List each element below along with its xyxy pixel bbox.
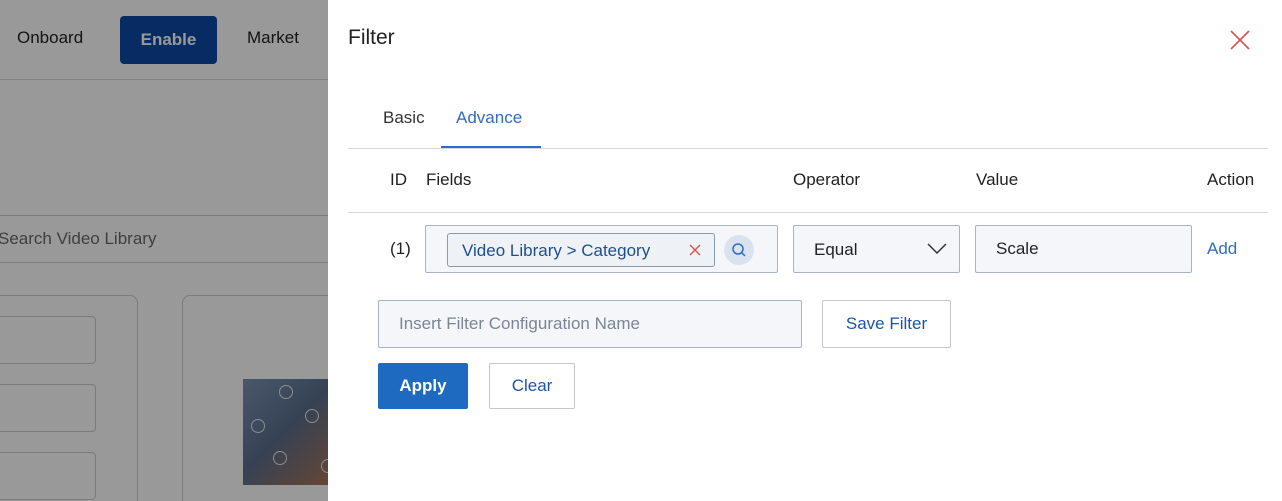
clear-button[interactable]: Clear (489, 363, 575, 409)
drawer-title: Filter (348, 26, 395, 49)
search-icon (732, 243, 746, 257)
tab-basic[interactable]: Basic (383, 108, 425, 148)
column-header-operator: Operator (793, 170, 861, 189)
tab-advance[interactable]: Advance (441, 108, 541, 148)
chevron-down-icon (927, 243, 947, 255)
operator-selected-value: Equal (814, 240, 858, 259)
operator-select[interactable]: Equal (793, 225, 960, 273)
column-header-action: Action (1207, 170, 1255, 189)
filter-tabs: Basic Advance (348, 100, 1268, 149)
row-id: (1) (390, 239, 411, 258)
filter-drawer: Filter Basic Advance ID Fields Operator … (328, 0, 1282, 501)
field-chip: Video Library > Category (447, 233, 715, 267)
add-link[interactable]: Add (1207, 239, 1237, 259)
close-button[interactable] (1226, 26, 1254, 54)
header-divider (348, 212, 1268, 213)
save-filter-button[interactable]: Save Filter (822, 300, 951, 348)
column-header-fields: Fields (426, 170, 472, 189)
field-search-button[interactable] (724, 235, 754, 265)
column-header-value: Value (976, 170, 1019, 189)
value-input[interactable] (975, 225, 1192, 273)
remove-chip-icon[interactable] (688, 243, 702, 257)
close-icon (1230, 30, 1250, 50)
fields-selector[interactable]: Video Library > Category (425, 225, 778, 273)
column-header-id: ID (390, 170, 407, 189)
apply-button[interactable]: Apply (378, 363, 468, 409)
filter-config-name-input[interactable] (378, 300, 802, 348)
field-chip-label: Video Library > Category (462, 241, 651, 260)
